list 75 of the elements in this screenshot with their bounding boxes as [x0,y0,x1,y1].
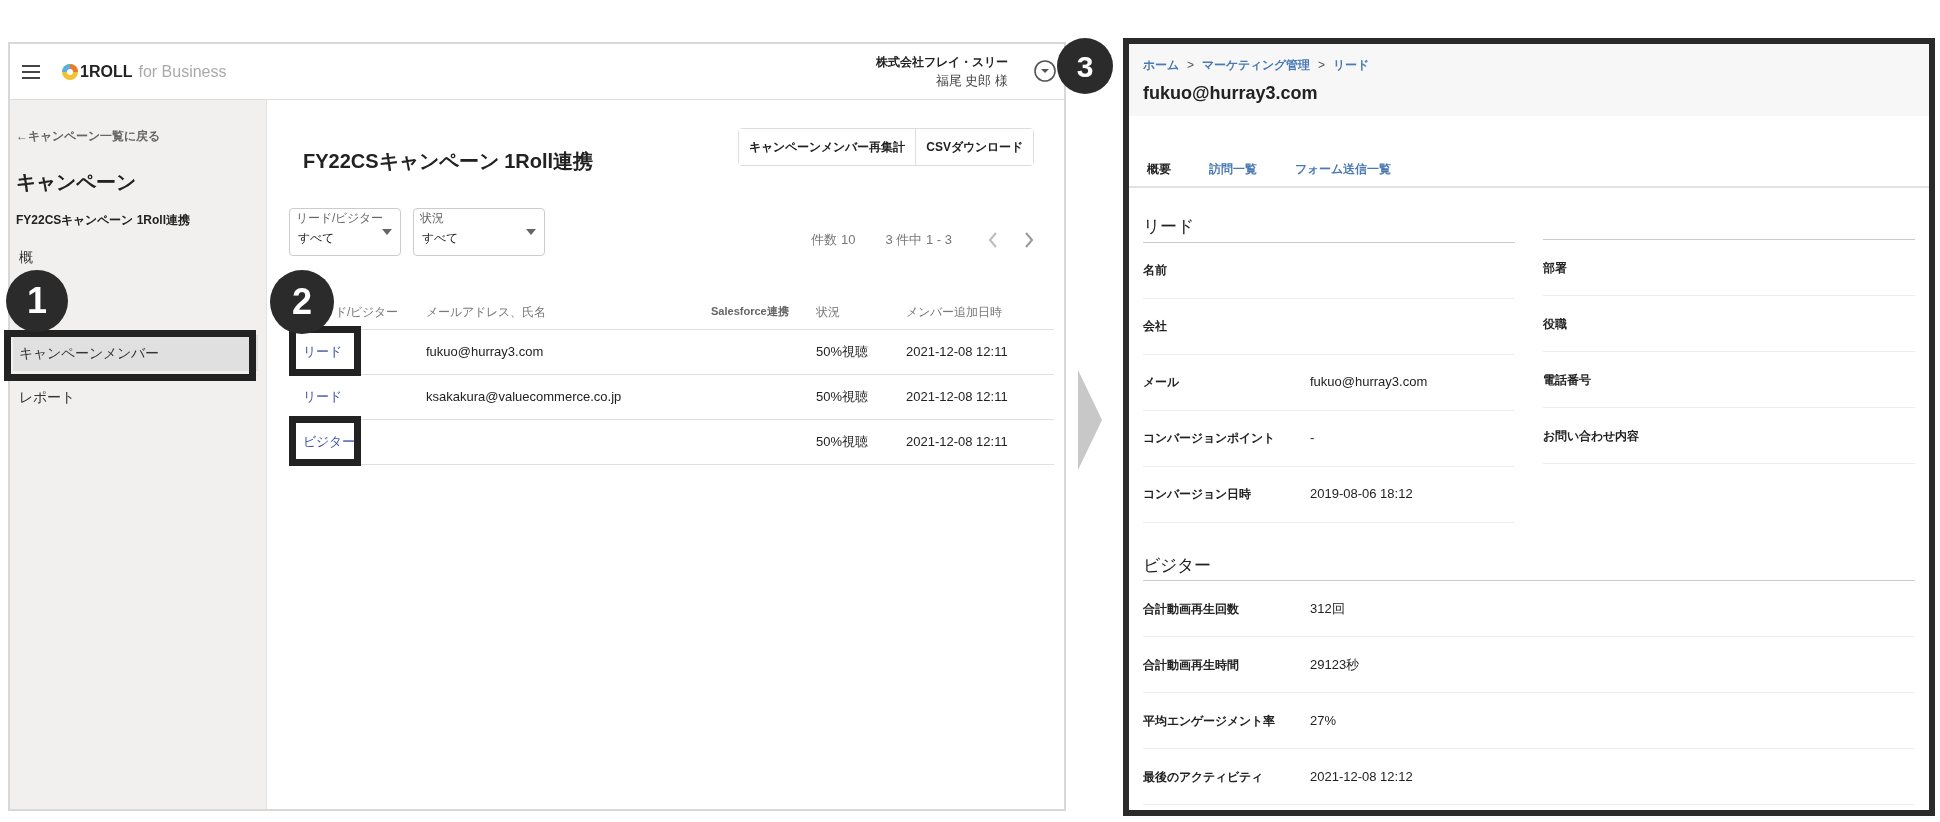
field-label: メール [1143,374,1180,391]
field-label: 平均エンゲージメント率 [1143,712,1276,730]
breadcrumb-separator: > [1318,57,1326,74]
column-header: Salesforce連携 [711,304,789,320]
filter-dropdown[interactable]: リード/ビジター すべて [289,208,401,256]
tab[interactable]: フォーム送信一覧 [1295,160,1391,178]
filter-label: 状況 [420,211,444,225]
field-label: 部署 [1543,259,1568,277]
back-link[interactable]: ←キャンペーン一覧に戻る [16,128,160,144]
filter-value: すべて [298,230,334,247]
field-label: 会社 [1143,318,1168,335]
field-label: 名前 [1143,262,1168,279]
date-cell-text: 2021-12-08 12:11 [906,388,1008,407]
column-header: 状況 [816,303,840,321]
tab[interactable]: 訪問一覧 [1209,160,1257,178]
field-value: 2021-12-08 12:12 [1310,767,1413,786]
field-value: fukuo@hurray3.com [1310,373,1428,392]
email-cell-text: ksakakura@valuecommerce.co.jp [426,388,622,407]
field-value: 312回 [1310,599,1345,618]
field-label: お問い合わせ内容 [1543,427,1640,445]
column-header: メンバー追加日時 [906,303,1002,321]
type-link[interactable]: リード [289,387,342,407]
logo-text: 1ROLL [80,61,133,82]
field-label: 電話番号 [1543,371,1592,389]
date-cell-text: 2021-12-08 12:11 [906,343,1008,362]
toolbar-button[interactable]: CSVダウンロード [915,129,1033,165]
sidebar-item[interactable]: キャンペーンメンバー [13,335,258,371]
field-value: 29123秒 [1310,655,1360,674]
type-link[interactable]: ビジター [289,432,355,452]
page-range: 3 件中 1 - 3 [885,231,952,250]
field-label: 合計動画再生回数 [1143,600,1240,618]
field-label: 最後のアクティビティ [1143,768,1264,786]
breadcrumb-link[interactable]: ホーム [1143,56,1179,74]
field-label: 役職 [1543,315,1568,333]
user-name: 福尾 史郎 様 [935,71,1008,90]
page-size: 件数 10 [811,231,856,250]
sidebar-item[interactable]: レポート [13,385,258,409]
type-link[interactable]: リード [289,342,342,362]
field-label: コンバージョンポイント [1143,430,1276,447]
column-header: ド/ビジター [335,303,399,321]
section-title: ビジター [1143,552,1915,581]
breadcrumb-separator: > [1187,57,1194,74]
field-value: 27% [1310,711,1337,730]
field-value: 2019-08-06 18:12 [1310,485,1413,504]
status-cell-text: 50%視聴 [816,343,869,362]
breadcrumb-link[interactable]: リード [1333,56,1370,74]
column-header: メールアドレス、氏名 [426,303,546,321]
dropdown-icon[interactable] [1034,60,1056,82]
field-label: コンバージョン日時 [1143,486,1252,503]
caret-icon [382,229,392,235]
next-icon[interactable] [1024,232,1034,248]
campaign-name: FY22CSキャンペーン 1Roll連携 [16,212,191,228]
page-title: FY22CSキャンペーン 1Roll連携 [303,149,594,174]
date-cell-text: 2021-12-08 12:11 [906,433,1008,452]
tab[interactable]: 概要 [1147,160,1171,178]
number-badge: 3 [1057,38,1113,94]
company-name: 株式会社フレイ・スリー [876,53,1008,71]
field-value: - [1310,429,1315,448]
email-cell-text: fukuo@hurray3.com [426,343,544,362]
logo-suffix: for Business [138,61,227,82]
caret-icon [526,229,536,235]
field-label: 合計動画再生時間 [1143,656,1240,674]
filter-label: リード/ビジター [296,211,384,225]
logo-icon [62,63,78,80]
sidebar-item[interactable]: 概 [13,248,258,266]
status-cell-text: 50%視聴 [816,433,869,452]
breadcrumb-link[interactable]: マーケティング管理 [1202,56,1310,74]
filter-dropdown[interactable]: 状況 すべて [413,208,545,256]
arrow-icon [1078,370,1102,470]
sidebar-heading: キャンペーン [16,170,136,195]
status-cell-text: 50%視聴 [816,388,869,407]
filter-value: すべて [422,230,458,247]
menu-icon[interactable] [22,64,40,79]
detail-title: fukuo@hurray3.com [1143,82,1318,105]
section-title: リード [1143,214,1515,243]
